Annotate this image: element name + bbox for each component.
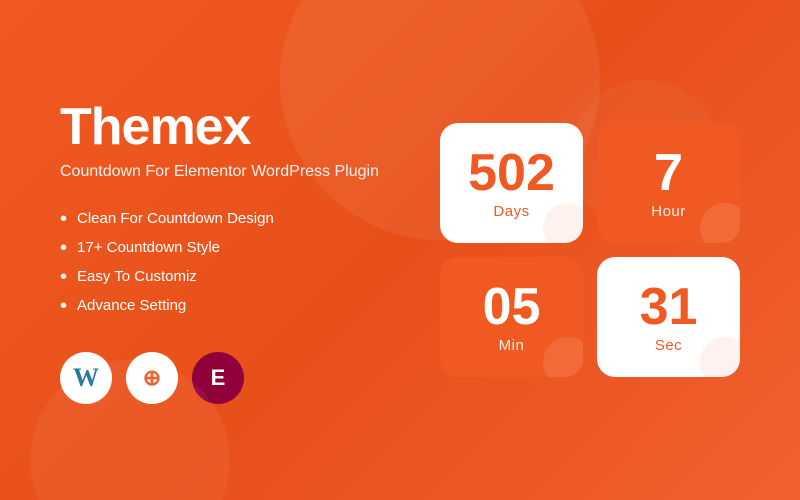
countdown-sec: 31 Sec	[597, 257, 740, 377]
elementor-icon: E	[211, 365, 226, 391]
countdown-days-label: Days	[493, 203, 529, 220]
feature-text-2: 17+ Countdown Style	[77, 239, 220, 256]
features-list: Clean For Countdown Design 17+ Countdown…	[60, 209, 400, 316]
countdown-hour: 7 Hour	[597, 123, 740, 243]
countdown-min-label: Min	[499, 337, 525, 354]
feature-text-3: Easy To Customiz	[77, 268, 197, 285]
feature-text-1: Clean For Countdown Design	[77, 210, 274, 227]
countdown-days-value: 502	[468, 147, 555, 199]
countdown-hour-label: Hour	[651, 203, 686, 220]
feature-item-4: Advance Setting	[60, 296, 400, 316]
feature-item-3: Easy To Customiz	[60, 267, 400, 287]
feature-item-2: 17+ Countdown Style	[60, 238, 400, 258]
countdown-sec-label: Sec	[655, 337, 682, 354]
feature-text-4: Advance Setting	[77, 297, 186, 314]
countdown-days: 502 Days	[440, 123, 583, 243]
countdown-sec-value: 31	[640, 281, 698, 333]
countdown-min-value: 05	[483, 281, 541, 333]
countdown-min: 05 Min	[440, 257, 583, 377]
main-container: Themex Countdown For Elementor WordPress…	[0, 0, 800, 500]
countdown-hour-value: 7	[654, 147, 683, 199]
